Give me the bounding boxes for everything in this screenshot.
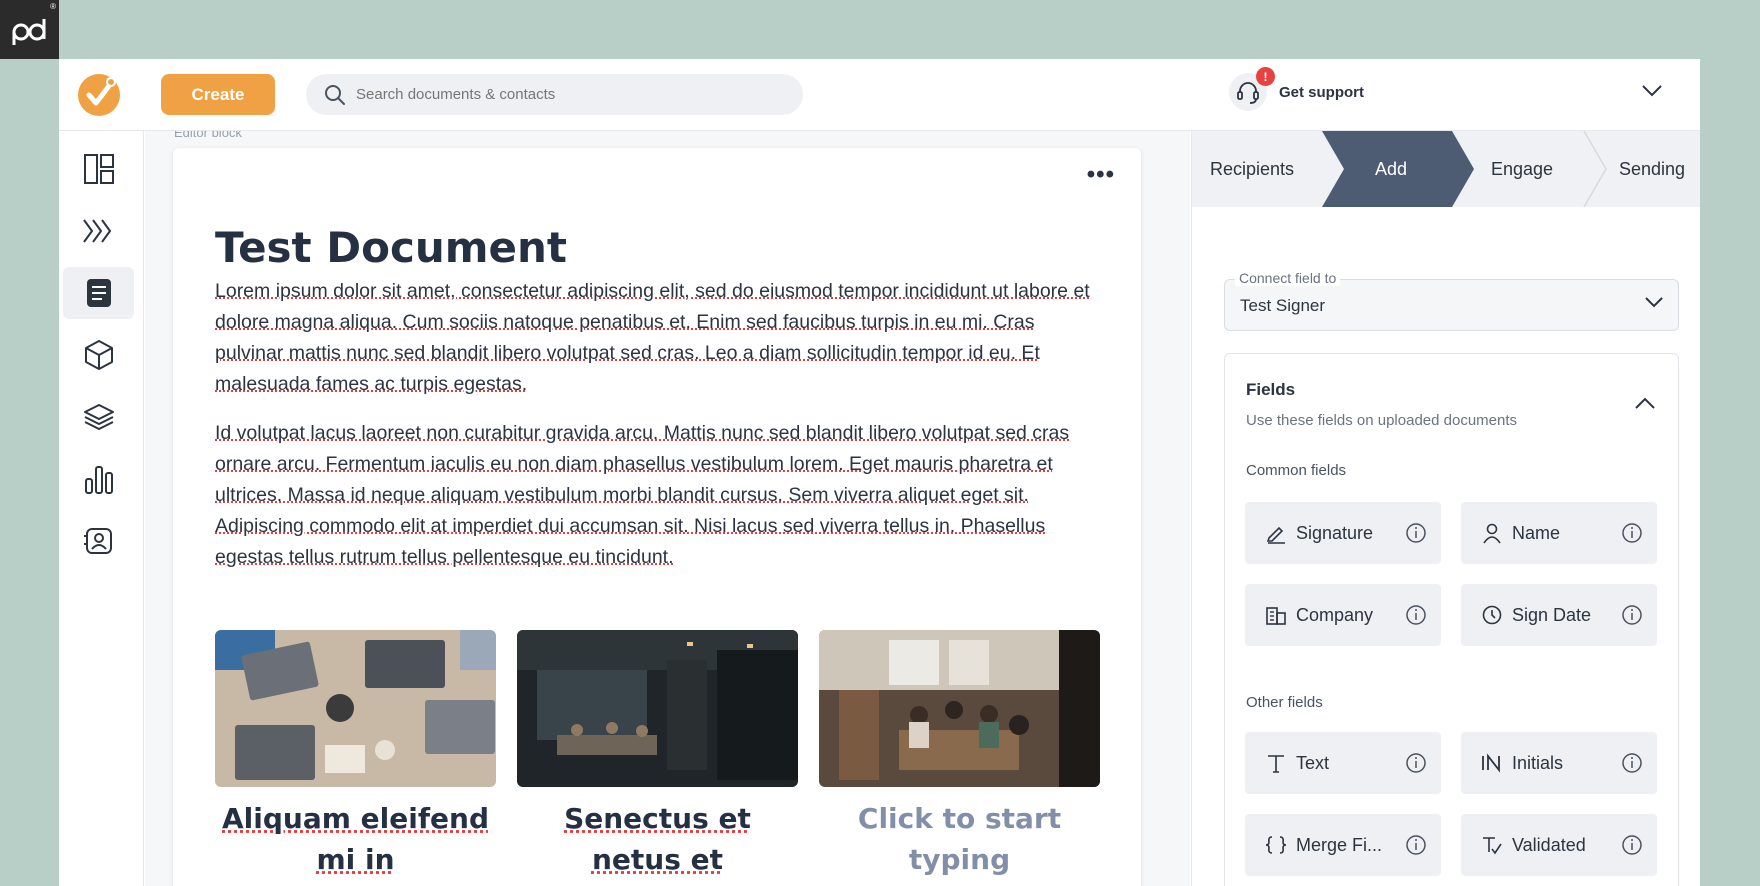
step-sending[interactable]: Sending xyxy=(1619,131,1685,207)
image-dark-office[interactable] xyxy=(517,630,798,787)
chevron-up-icon[interactable] xyxy=(1634,396,1656,415)
pandadoc-logo-icon xyxy=(12,18,45,45)
contacts-icon[interactable] xyxy=(63,515,134,567)
chevron-down-icon xyxy=(1644,296,1664,315)
connect-field-select[interactable]: Connect field to Test Signer xyxy=(1224,270,1679,331)
top-header: Create ! Get support xyxy=(59,59,1700,131)
step-engage[interactable]: Engage xyxy=(1491,131,1553,207)
templates-layers-icon[interactable] xyxy=(63,391,134,443)
editor-block-caption: Editor block xyxy=(174,131,242,140)
field-label: Sign Date xyxy=(1512,604,1592,625)
image-desk-laptops[interactable] xyxy=(215,630,496,787)
step-recipients[interactable]: Recipients xyxy=(1210,131,1294,207)
text-icon xyxy=(1264,751,1288,775)
field-text[interactable]: Text xyxy=(1245,732,1441,794)
fields-title: Fields xyxy=(1246,380,1296,399)
field-validated[interactable]: Validated xyxy=(1461,814,1657,876)
curly-braces-icon xyxy=(1264,833,1288,857)
info-icon[interactable] xyxy=(1405,522,1427,549)
workflow-steps: Recipients Add Engage Sending xyxy=(1192,131,1700,207)
fields-subtitle: Use these fields on uploaded documents xyxy=(1246,412,1518,429)
field-label: Signature xyxy=(1296,522,1374,543)
field-label: Initials xyxy=(1512,752,1564,773)
search-input[interactable] xyxy=(356,86,776,103)
workflows-icon[interactable] xyxy=(63,205,134,257)
connect-field-value: Test Signer xyxy=(1240,296,1326,315)
info-icon[interactable] xyxy=(1405,604,1427,631)
fields-section: Fields Use these fields on uploaded docu… xyxy=(1224,353,1679,886)
paragraph-2[interactable]: Id volutpat lacus laoreet non curabitur … xyxy=(215,418,1095,573)
document-block[interactable]: ••• Test Document Lorem ipsum dolor sit … xyxy=(173,148,1141,886)
brand-logo: ® xyxy=(0,0,59,59)
info-icon[interactable] xyxy=(1621,834,1643,861)
other-fields-label: Other fields xyxy=(1246,694,1323,711)
field-label: Validated xyxy=(1512,834,1586,855)
common-fields-label: Common fields xyxy=(1246,462,1347,479)
clock-icon xyxy=(1480,603,1504,627)
person-icon xyxy=(1480,521,1504,545)
image-cafe-meeting[interactable] xyxy=(819,630,1100,787)
get-support-button[interactable]: ! Get support xyxy=(1229,67,1364,111)
notification-badge: ! xyxy=(1256,67,1275,86)
info-icon[interactable] xyxy=(1621,522,1643,549)
step-add[interactable]: Add xyxy=(1375,131,1407,207)
app-window: Create ! Get support xyxy=(59,59,1700,886)
catalog-cube-icon[interactable] xyxy=(63,329,134,381)
dashboard-icon[interactable] xyxy=(63,143,134,195)
chevron-down-icon[interactable] xyxy=(1641,84,1663,103)
image-caption-1[interactable]: Aliquam eleifend mi in xyxy=(215,798,496,880)
create-button[interactable]: Create xyxy=(161,74,275,115)
field-label: Merge Fi... xyxy=(1296,834,1383,855)
field-company[interactable]: Company xyxy=(1245,584,1441,646)
paragraph-1[interactable]: Lorem ipsum dolor sit amet, consectetur … xyxy=(215,276,1095,400)
info-icon[interactable] xyxy=(1405,834,1427,861)
image-caption-2-text: Senectus et netus et xyxy=(564,802,751,876)
field-sign-date[interactable]: Sign Date xyxy=(1461,584,1657,646)
image-caption-2[interactable]: Senectus et netus et xyxy=(517,798,798,880)
document-editor: Editor block ••• Test Document Lorem ips… xyxy=(145,131,1190,886)
initials-icon xyxy=(1480,751,1504,775)
validated-text-icon xyxy=(1480,833,1504,857)
connect-field-label: Connect field to xyxy=(1235,270,1341,286)
checkmark-logo-icon xyxy=(86,77,116,106)
search-icon xyxy=(325,84,345,105)
document-title[interactable]: Test Document xyxy=(215,223,567,272)
field-merge[interactable]: Merge Fi... xyxy=(1245,814,1441,876)
info-icon[interactable] xyxy=(1621,752,1643,779)
signature-pen-icon xyxy=(1264,521,1288,545)
building-icon xyxy=(1264,603,1288,627)
info-icon[interactable] xyxy=(1405,752,1427,779)
search-bar[interactable] xyxy=(306,74,803,115)
registered-icon: ® xyxy=(50,2,56,11)
right-panel: Recipients Add Engage Sending Connect fi… xyxy=(1191,131,1700,886)
headset-icon: ! xyxy=(1229,67,1275,111)
field-initials[interactable]: Initials xyxy=(1461,732,1657,794)
image-caption-3-placeholder[interactable]: Click to start typing xyxy=(819,798,1100,880)
field-name[interactable]: Name xyxy=(1461,502,1657,564)
documents-icon[interactable] xyxy=(63,267,134,319)
support-label: Get support xyxy=(1279,83,1364,101)
app-logo[interactable] xyxy=(78,74,120,116)
reports-chart-icon[interactable] xyxy=(63,453,134,505)
field-signature[interactable]: Signature xyxy=(1245,502,1441,564)
field-label: Company xyxy=(1296,604,1374,625)
more-options-icon[interactable]: ••• xyxy=(1087,163,1115,187)
field-label: Name xyxy=(1512,522,1561,543)
left-sidebar xyxy=(59,131,144,886)
info-icon[interactable] xyxy=(1621,604,1643,631)
field-label: Text xyxy=(1296,752,1330,773)
